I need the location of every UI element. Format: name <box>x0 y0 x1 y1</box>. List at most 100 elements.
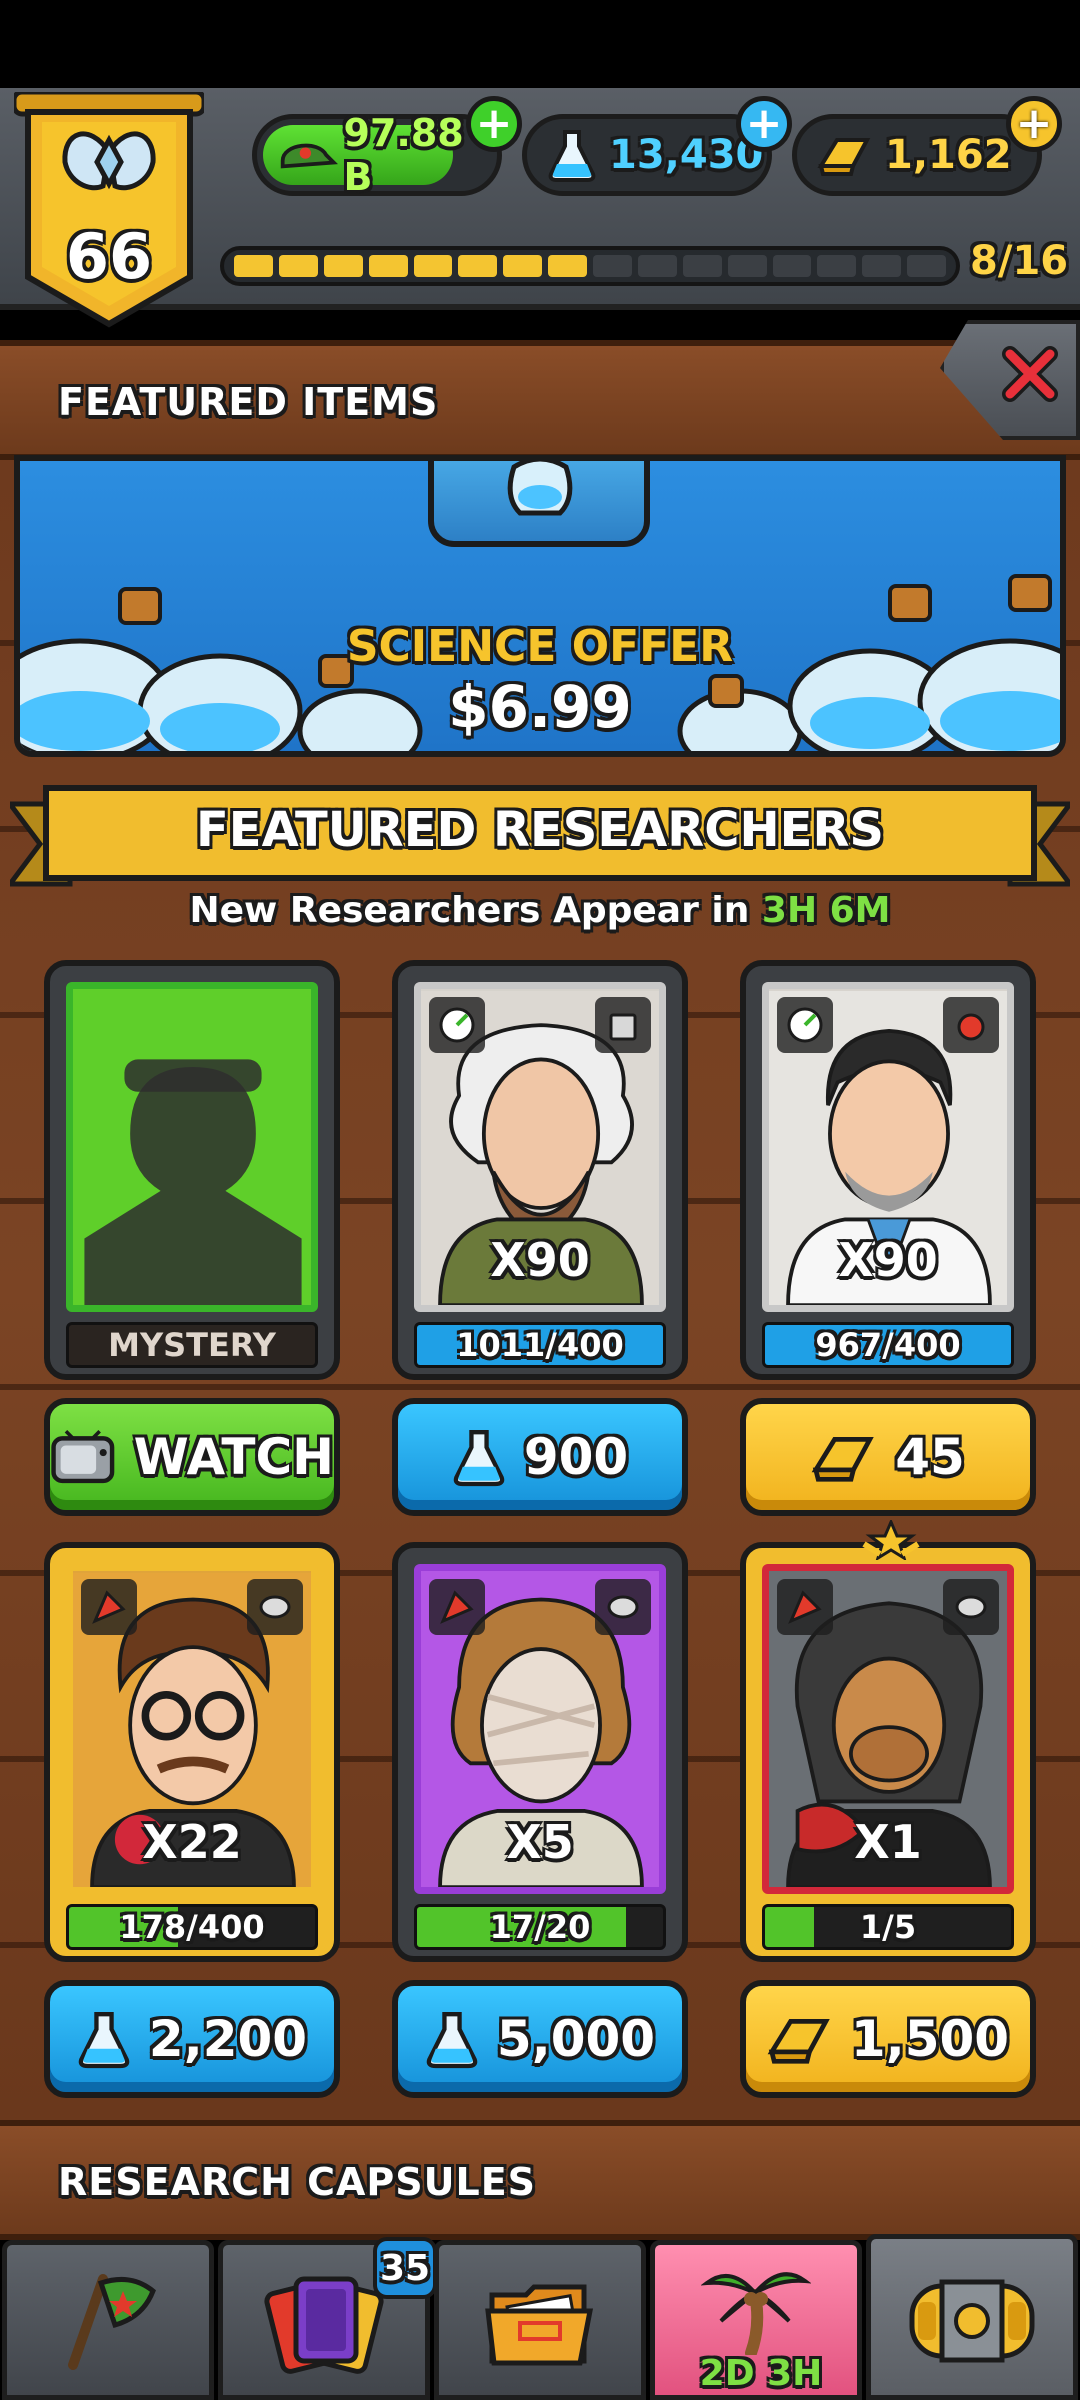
researcher-card[interactable]: X5 17/20 <box>392 1542 688 1962</box>
researcher-card[interactable]: X1 1/5 <box>740 1518 1036 1962</box>
siren-icon <box>943 997 999 1053</box>
xp-segment <box>323 255 363 277</box>
science-offer-banner[interactable]: SCIENCE OFFER $6.99 <box>14 455 1066 757</box>
xp-segment <box>458 255 498 277</box>
buy-researcher-button[interactable]: 1,500 <box>740 1980 1036 2098</box>
speed-gauge-icon <box>777 997 833 1053</box>
plus-icon: + <box>475 98 513 149</box>
researcher-name-plate: MYSTERY <box>66 1322 318 1368</box>
researcher-count: X1 <box>854 1815 922 1869</box>
nav-tab-event[interactable]: 2D 3H <box>650 2240 862 2400</box>
xp-progress-bar <box>220 246 960 286</box>
buy-researcher-button[interactable]: 5,000 <box>392 1980 688 2098</box>
xp-segment <box>413 255 453 277</box>
xp-segment <box>772 255 812 277</box>
road-icon <box>595 997 651 1053</box>
close-icon <box>1002 346 1058 402</box>
buy-researcher-button[interactable]: 2,200 <box>44 1980 340 2098</box>
flask-icon <box>548 130 596 182</box>
researcher-portrait: X1 <box>762 1564 1014 1894</box>
nav-tab-cards[interactable]: 35 <box>218 2237 437 2400</box>
researcher-card[interactable]: MYSTERY <box>44 960 340 1380</box>
cards-badge: 35 <box>373 2237 437 2299</box>
xp-label: 8/16 <box>970 238 1069 284</box>
trait-icon <box>429 1579 485 1635</box>
science-counter[interactable]: 13,430 <box>522 114 772 196</box>
researcher-name: MYSTERY <box>108 1326 276 1364</box>
event-timer: 2D 3H <box>699 2353 823 2394</box>
progress-label: 1011/400 <box>456 1326 624 1364</box>
timer-prefix: New Researchers Appear in <box>189 890 750 931</box>
xp-segment <box>817 255 857 277</box>
cards-icon <box>264 2276 384 2374</box>
button-label: 1,500 <box>850 2010 1010 2068</box>
progress-label: 17/20 <box>489 1908 591 1946</box>
button-label: 45 <box>895 1428 965 1486</box>
xp-segment <box>503 255 543 277</box>
xp-segment <box>278 255 318 277</box>
featured-researchers-ribbon: FEATURED RESEARCHERS <box>10 784 1070 896</box>
researcher-portrait: X90 <box>762 982 1014 1312</box>
add-science-button[interactable]: + <box>736 96 792 152</box>
army-cap-icon <box>280 143 338 169</box>
xp-segment <box>862 255 902 277</box>
researcher-portrait: X5 <box>414 1564 666 1894</box>
buy-researcher-button[interactable]: 900 <box>392 1398 688 1516</box>
button-label: WATCH <box>133 1428 334 1486</box>
researcher-progress: 178/400 <box>66 1904 318 1950</box>
trait-icon <box>777 1579 833 1635</box>
star-rank-icon <box>856 1518 926 1562</box>
level-banner[interactable]: 66 <box>11 89 207 332</box>
gold-counter[interactable]: 1,162 <box>792 114 1042 196</box>
offer-price: $6.99 <box>448 673 632 741</box>
flag-star-icon <box>68 2274 156 2370</box>
featured-items-header: FEATURED ITEMS <box>0 340 1080 460</box>
xp-segment <box>907 255 946 277</box>
gold-bar-icon <box>811 1437 874 1482</box>
nav-tab-files[interactable] <box>434 2240 646 2400</box>
researcher-progress: 967/400 <box>762 1322 1014 1368</box>
progress-label: 967/400 <box>815 1326 961 1364</box>
add-cash-button[interactable]: + <box>466 96 522 152</box>
timer-value: 3H 6M <box>761 890 891 931</box>
xp-segment <box>727 255 767 277</box>
xp-segment <box>368 255 408 277</box>
progress-label: 1/5 <box>859 1908 917 1946</box>
plus-icon: + <box>745 98 783 149</box>
researcher-progress: 1011/400 <box>414 1322 666 1368</box>
researcher-progress: 17/20 <box>414 1904 666 1950</box>
folder-icon <box>485 2284 594 2366</box>
researcher-card[interactable]: X22 178/400 <box>44 1542 340 1962</box>
button-label: 2,200 <box>148 2010 308 2068</box>
trait-icon <box>81 1579 137 1635</box>
palm-tree-icon <box>701 2272 811 2355</box>
researcher-count: X90 <box>838 1233 938 1287</box>
button-label: 5,000 <box>496 2010 656 2068</box>
researcher-card[interactable]: X90 967/400 <box>740 960 1036 1380</box>
xp-segment <box>548 255 587 277</box>
gold-value: 1,162 <box>885 132 1012 178</box>
researcher-count: X5 <box>506 1815 574 1869</box>
buy-researcher-button[interactable]: 45 <box>740 1398 1036 1516</box>
tv-icon <box>51 1430 115 1484</box>
add-gold-button[interactable]: + <box>1006 96 1062 152</box>
researcher-art-icon <box>84 1059 302 1305</box>
featured-researchers-title: FEATURED RESEARCHERS <box>196 802 884 858</box>
flask-icon <box>453 1430 505 1487</box>
trait-icon <box>247 1579 303 1635</box>
researcher-portrait: X90 <box>414 982 666 1312</box>
researcher-card[interactable]: X90 1011/400 <box>392 960 688 1380</box>
researcher-progress: 1/5 <box>762 1904 1014 1950</box>
nav-tab-capsules[interactable] <box>866 2234 1078 2400</box>
player-level: 66 <box>65 220 153 293</box>
trait-icon <box>595 1579 651 1635</box>
researcher-count: X90 <box>490 1233 590 1287</box>
wings-rank-icon <box>62 131 156 191</box>
watch-ad-button[interactable]: WATCH <box>44 1398 340 1516</box>
plus-icon: + <box>1015 98 1053 149</box>
treasure-capsule-icon <box>909 2279 1035 2363</box>
featured-items-title: FEATURED ITEMS <box>58 380 439 424</box>
nav-tab-missions[interactable] <box>2 2240 214 2400</box>
cash-counter[interactable]: 97.88 B <box>252 111 502 199</box>
research-capsules-header: RESEARCH CAPSULES <box>0 2120 1080 2240</box>
